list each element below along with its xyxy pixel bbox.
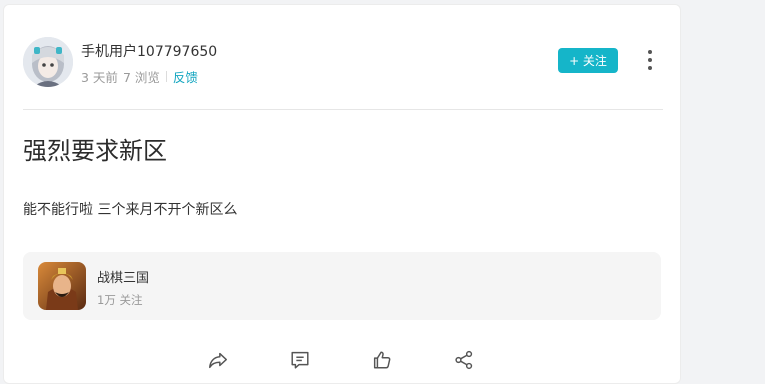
follow-button[interactable]: + 关注 — [558, 48, 618, 73]
post-card: 手机用户107797650 3 天前 7 浏览 反馈 + 关注 强烈要求新区 能… — [3, 4, 681, 384]
post-title: 强烈要求新区 — [23, 137, 167, 165]
more-dot — [648, 66, 652, 70]
post-meta: 3 天前 7 浏览 反馈 — [81, 67, 198, 86]
more-dot — [648, 58, 652, 62]
more-dot — [648, 50, 652, 54]
view-count: 7 浏览 — [122, 70, 160, 85]
game-name: 战棋三国 — [97, 271, 150, 286]
author-username[interactable]: 手机用户107797650 — [81, 41, 217, 61]
post-header: 手机用户107797650 3 天前 7 浏览 反馈 + 关注 — [23, 37, 663, 89]
avatar[interactable] — [23, 37, 73, 87]
post-time: 3 天前 — [81, 70, 118, 85]
header-divider — [23, 109, 663, 110]
meta-divider — [165, 71, 167, 82]
post-body: 能不能行啦 三个来月不开个新区么 — [23, 202, 238, 218]
more-options-icon[interactable] — [635, 45, 665, 75]
share-icon[interactable] — [450, 346, 478, 374]
like-icon[interactable] — [368, 346, 396, 374]
feedback-link[interactable]: 反馈 — [173, 67, 198, 86]
forward-icon[interactable] — [204, 346, 232, 374]
game-card[interactable]: 战棋三国 1万 关注 — [23, 252, 661, 320]
game-icon — [38, 262, 86, 310]
game-followers: 1万 关注 — [97, 293, 143, 307]
comment-icon[interactable] — [286, 346, 314, 374]
